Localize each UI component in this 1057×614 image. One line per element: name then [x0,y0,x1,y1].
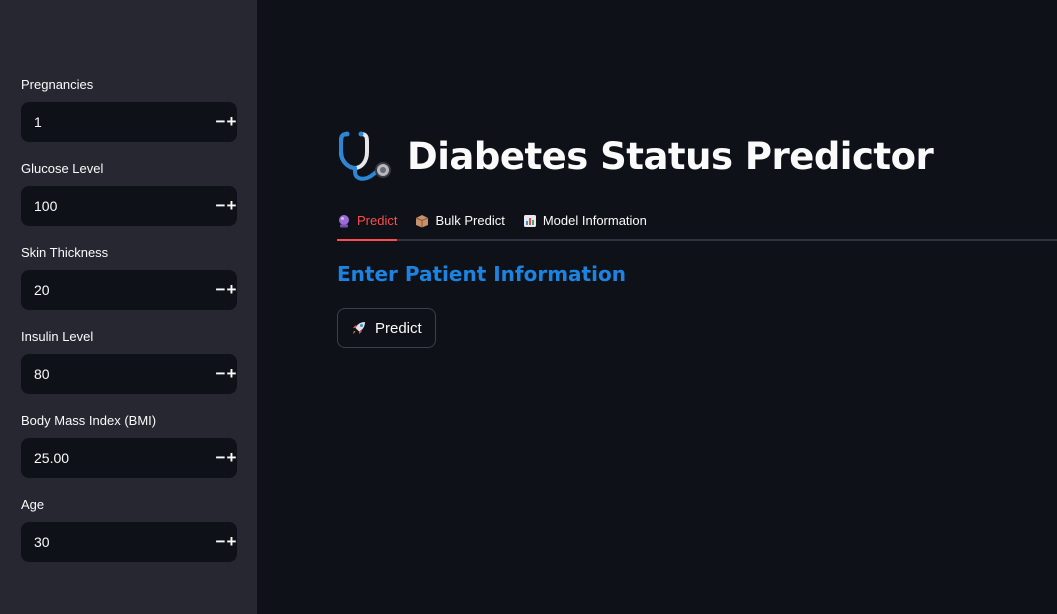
glucose-level-input[interactable] [21,186,215,226]
decrement-button[interactable]: − [215,522,226,562]
field-glucose-level: Glucose Level − + [21,160,237,226]
sidebar: Pregnancies − + Glucose Level − + Skin T… [0,0,257,614]
field-pregnancies: Pregnancies − + [21,76,237,142]
title-row: Diabetes Status Predictor [337,130,934,182]
increment-button[interactable]: + [226,270,237,310]
decrement-button[interactable]: − [215,186,226,226]
bar-chart-icon [523,214,537,228]
decrement-button[interactable]: − [215,270,226,310]
number-stepper: − + [21,438,237,478]
app: Pregnancies − + Glucose Level − + Skin T… [0,0,1057,614]
number-stepper: − + [21,102,237,142]
age-input[interactable] [21,522,215,562]
number-stepper: − + [21,270,237,310]
decrement-button[interactable]: − [215,354,226,394]
tab-label: Model Information [542,213,647,228]
tab-bar: Predict Bulk Predict Model Information [337,202,1057,241]
field-skin-thickness: Skin Thickness − + [21,244,237,310]
stethoscope-icon [339,131,391,181]
field-label: Body Mass Index (BMI) [21,413,157,428]
number-stepper: − + [21,186,237,226]
tab-label: Bulk Predict [435,213,505,228]
predict-button[interactable]: Predict [337,308,436,348]
number-stepper: − + [21,354,237,394]
bmi-input[interactable] [21,438,215,478]
field-label: Insulin Level [21,329,94,344]
field-label: Skin Thickness [21,245,109,260]
field-label: Glucose Level [21,161,104,176]
insulin-level-input[interactable] [21,354,215,394]
field-bmi: Body Mass Index (BMI) − + [21,412,237,478]
rocket-icon [351,320,367,336]
skin-thickness-input[interactable] [21,270,215,310]
field-label: Pregnancies [21,77,94,92]
tab-model-information[interactable]: Model Information [523,202,647,239]
package-icon [415,214,429,228]
section-heading: Enter Patient Information [337,262,626,286]
decrement-button[interactable]: − [215,438,226,478]
tab-predict[interactable]: Predict [337,202,398,241]
increment-button[interactable]: + [226,354,237,394]
increment-button[interactable]: + [226,186,237,226]
field-label: Age [21,497,45,512]
crystal-ball-icon [337,214,351,228]
main-content: Diabetes Status Predictor Predict Bulk P… [257,0,1057,614]
tab-bulk-predict[interactable]: Bulk Predict [415,202,505,239]
increment-button[interactable]: + [226,438,237,478]
page-title: Diabetes Status Predictor [407,134,934,178]
increment-button[interactable]: + [226,102,237,142]
increment-button[interactable]: + [226,522,237,562]
pregnancies-input[interactable] [21,102,215,142]
field-age: Age − + [21,496,237,562]
tab-label: Predict [357,213,398,228]
number-stepper: − + [21,522,237,562]
field-insulin-level: Insulin Level − + [21,328,237,394]
predict-button-label: Predict [375,319,422,337]
decrement-button[interactable]: − [215,102,226,142]
